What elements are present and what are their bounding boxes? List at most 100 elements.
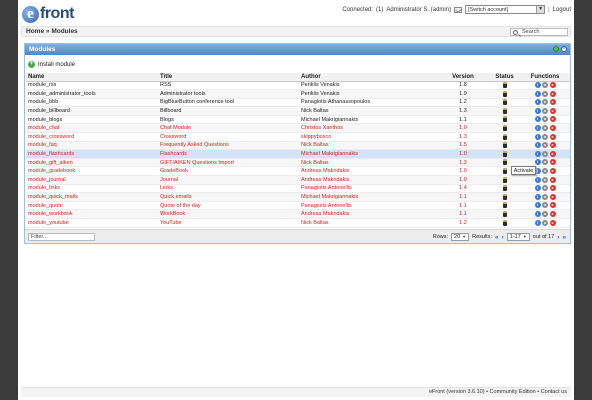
info-icon[interactable]: i (534, 82, 541, 89)
breadcrumb-current[interactable]: Modules (51, 28, 77, 35)
table-row[interactable]: module_quick_mails Quick emails Michael Ma… (26, 192, 570, 202)
table-row[interactable]: module_billboard Billboard Nick Baltas 1.3 i… (26, 106, 570, 116)
gear-icon[interactable]: o (542, 90, 548, 97)
table-row[interactable]: module_flashcards Flashcards Michael Makri… (26, 149, 570, 159)
delete-icon[interactable]: x (549, 107, 556, 114)
info-icon[interactable]: i (534, 116, 541, 123)
status-toggle-icon[interactable] (502, 193, 507, 200)
switch-account-select[interactable]: [Switch account] ▼ (465, 5, 546, 14)
rows-select[interactable]: 20 ▼ (451, 233, 470, 241)
info-icon[interactable]: i (534, 202, 541, 209)
status-toggle-icon[interactable] (502, 90, 507, 97)
status-toggle-icon[interactable] (502, 159, 507, 166)
info-icon[interactable]: i (534, 159, 541, 166)
gear-icon[interactable]: o (542, 116, 548, 123)
search-input[interactable]: Search (510, 28, 568, 36)
info-icon[interactable]: i (534, 142, 541, 149)
table-row[interactable]: module_quote Quote of the day Panagiotis A… (26, 201, 570, 211)
connected-count[interactable]: (1) (376, 7, 383, 13)
collapse-icon[interactable]: ^ (561, 46, 567, 52)
col-title[interactable]: Title (158, 73, 299, 82)
info-icon[interactable]: i (534, 133, 541, 140)
delete-icon[interactable]: x (549, 176, 556, 183)
gear-icon[interactable]: o (542, 176, 548, 183)
delete-icon[interactable]: x (549, 159, 556, 166)
efront-logo[interactable]: e front (22, 4, 74, 24)
status-toggle-icon[interactable] (502, 99, 507, 106)
info-icon[interactable]: i (534, 125, 541, 132)
col-status[interactable]: Status (489, 73, 520, 82)
delete-icon[interactable]: x (549, 125, 556, 132)
status-toggle-icon[interactable] (502, 202, 507, 209)
info-icon[interactable]: i (534, 90, 541, 97)
delete-icon[interactable]: x (549, 219, 556, 226)
delete-icon[interactable]: x (549, 193, 556, 200)
status-toggle-icon[interactable] (502, 210, 507, 217)
delete-icon[interactable]: x (549, 90, 556, 97)
gear-icon[interactable]: o (542, 150, 548, 157)
table-row[interactable]: module_rss RSS Periklis Venakis 1.8 i o x (26, 81, 570, 91)
table-row[interactable]: module_youtube YouTube Nick Baltas 1.2 i o x (26, 218, 570, 228)
gear-icon[interactable]: o (542, 219, 548, 226)
info-icon[interactable]: i (534, 107, 541, 114)
status-toggle-icon[interactable] (502, 125, 507, 132)
breadcrumb-home[interactable]: Home (26, 28, 44, 35)
table-row[interactable]: module_journal Journal Andreas Makridakis 1… (26, 175, 570, 185)
gear-icon[interactable]: o (542, 159, 548, 166)
col-name[interactable]: Name (26, 73, 158, 82)
gear-icon[interactable]: o (542, 210, 548, 217)
delete-icon[interactable]: x (549, 202, 556, 209)
options-icon[interactable] (553, 46, 559, 52)
gear-icon[interactable]: o (542, 107, 548, 114)
install-module-button[interactable]: + Install module (28, 61, 75, 68)
col-author[interactable]: Author (299, 73, 437, 82)
results-select[interactable]: 1-17 ▼ (506, 233, 530, 241)
status-toggle-icon[interactable] (502, 116, 507, 123)
info-icon[interactable]: i (534, 210, 541, 217)
gear-icon[interactable]: o (542, 185, 548, 192)
info-icon[interactable]: i (534, 99, 541, 106)
delete-icon[interactable]: x (549, 168, 556, 174)
mail-icon[interactable] (454, 6, 463, 13)
delete-icon[interactable]: x (549, 133, 556, 140)
status-toggle-icon[interactable] (502, 150, 507, 157)
gear-icon[interactable]: o (542, 125, 548, 132)
info-icon[interactable]: i (534, 219, 541, 226)
table-row[interactable]: module_gift_aiken GIFT/AIKEN Questions Im… (26, 158, 570, 168)
info-icon[interactable]: i (534, 185, 541, 192)
filter-input[interactable]: Filter... (28, 233, 95, 241)
table-row[interactable]: module_administrator_tools Administrator … (26, 89, 570, 99)
delete-icon[interactable]: x (549, 116, 556, 123)
previous-page-icon[interactable]: ‹ (502, 234, 504, 241)
gear-icon[interactable]: o (542, 82, 548, 89)
table-row[interactable]: module_chat Chat Module Christos Xanthos 1.… (26, 123, 570, 134)
info-icon[interactable]: i (534, 150, 541, 157)
status-toggle-icon[interactable] (502, 107, 507, 114)
logout-link[interactable]: Logout (553, 7, 571, 13)
delete-icon[interactable]: x (549, 82, 556, 89)
table-row[interactable]: module_bbb BigBlueButton conference tool P… (26, 98, 570, 108)
delete-icon[interactable]: x (549, 210, 556, 217)
col-version[interactable]: Version (437, 73, 489, 82)
status-toggle-icon[interactable] (502, 82, 507, 89)
gear-icon[interactable]: o (542, 202, 548, 209)
gear-icon[interactable]: o (542, 168, 548, 174)
gear-icon[interactable]: o (542, 133, 548, 140)
first-page-icon[interactable]: « (495, 234, 499, 241)
next-page-icon[interactable]: › (557, 234, 559, 241)
status-toggle-icon[interactable] (502, 176, 507, 183)
status-toggle-icon[interactable] (502, 142, 507, 149)
info-icon[interactable]: i (534, 193, 541, 200)
table-row[interactable]: module_faq Frequently Asked Questions Nick… (26, 141, 570, 151)
table-row[interactable]: module_gradebook GradeBook Andreas Makrida… (26, 166, 570, 177)
delete-icon[interactable]: x (549, 150, 556, 157)
table-row[interactable]: module_blogs Blogs Michael Makrigiannakis 1… (26, 115, 570, 125)
status-toggle-icon[interactable] (502, 133, 507, 140)
delete-icon[interactable]: x (549, 142, 556, 149)
status-toggle-icon[interactable] (502, 168, 507, 174)
current-user[interactable]: Administrator S. (admin) (386, 7, 451, 13)
delete-icon[interactable]: x (549, 185, 556, 192)
last-page-icon[interactable]: » (562, 234, 566, 241)
table-row[interactable]: module_workbook WorkBook Andreas Makridaki… (26, 209, 570, 219)
status-toggle-icon[interactable] (502, 219, 507, 226)
